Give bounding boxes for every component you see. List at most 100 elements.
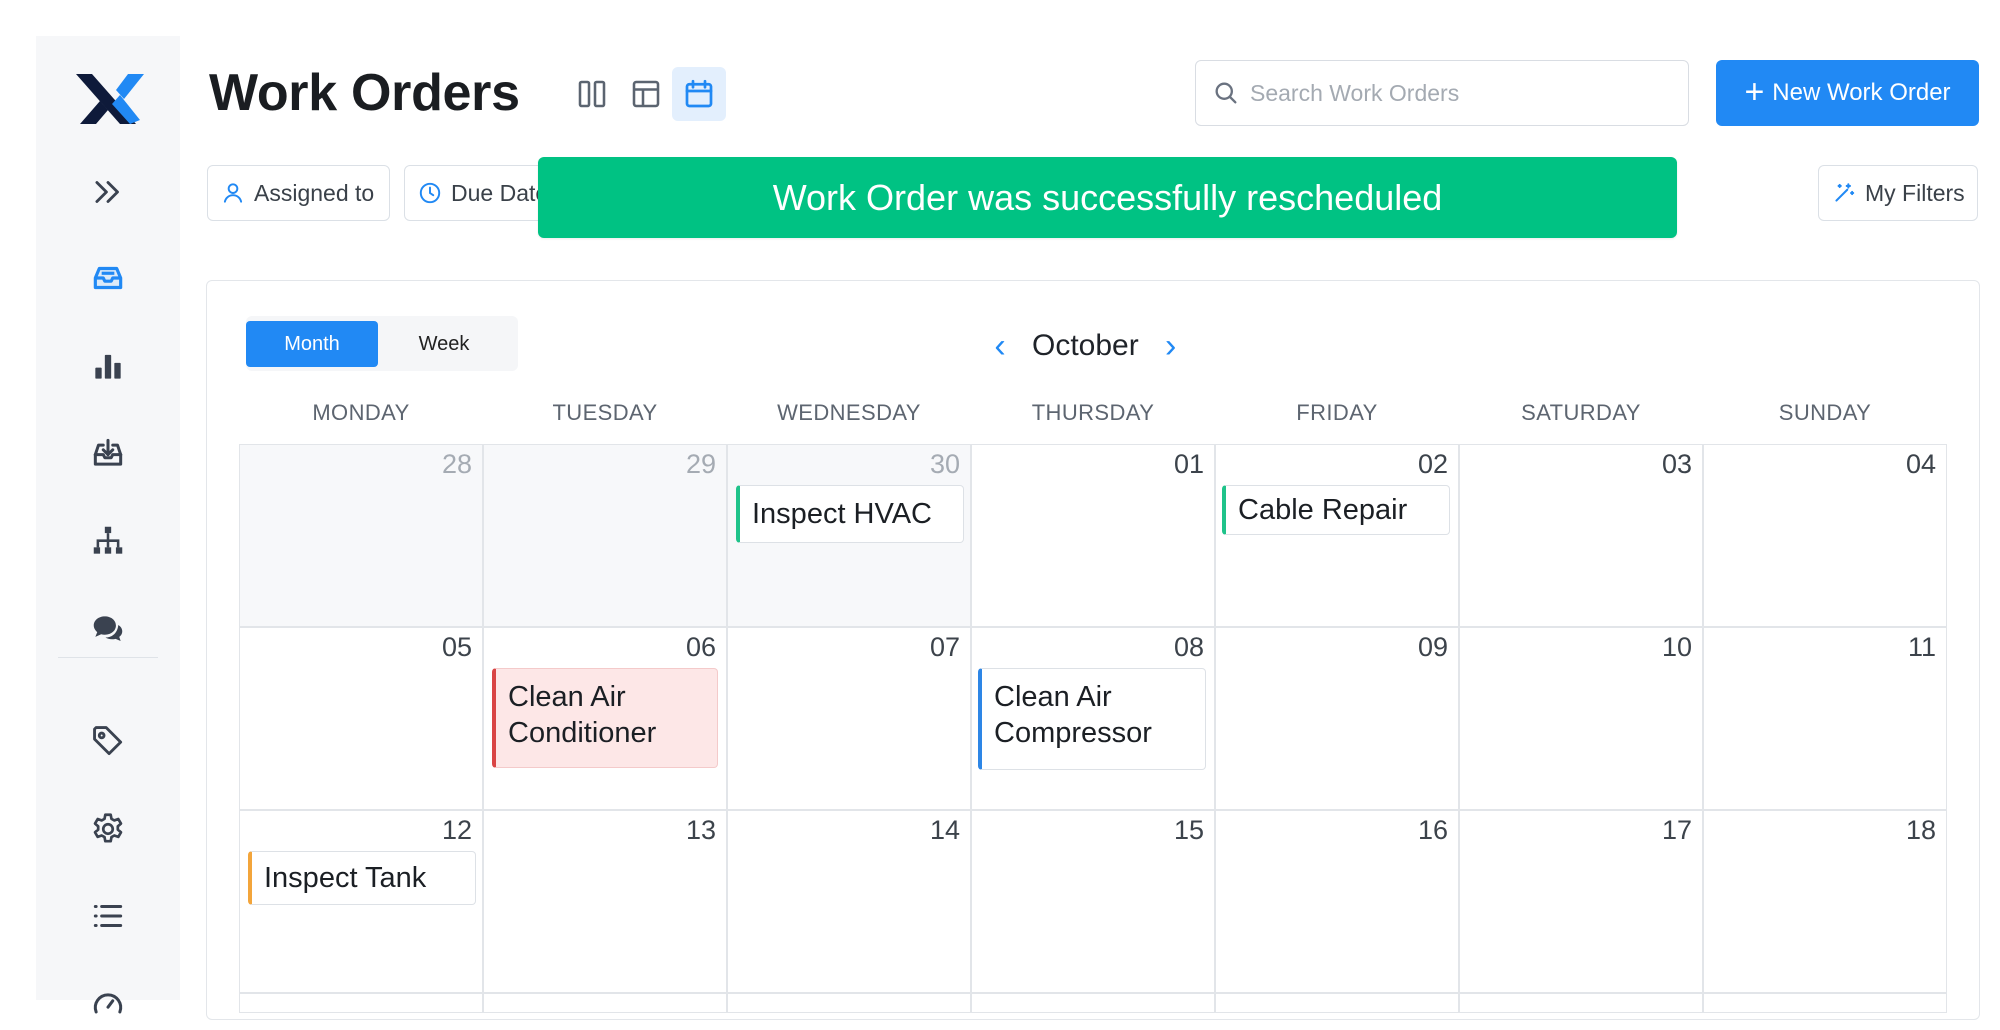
success-toast: Work Order was successfully rescheduled (538, 157, 1677, 238)
weekday-header: THURSDAY (1031, 400, 1155, 425)
day-cell[interactable]: 05 (239, 627, 483, 810)
search-icon (1215, 82, 1237, 104)
weekday-header: SATURDAY (1521, 400, 1641, 425)
plus-icon: + (1744, 72, 1765, 111)
view-mode-toggle: Month Week (246, 316, 518, 371)
day-cell[interactable]: 14 (727, 810, 971, 993)
work-order-event[interactable]: Clean Air Conditioner (492, 668, 718, 768)
sidebar-divider (58, 657, 158, 658)
day-number: 14 (929, 815, 960, 845)
search-box[interactable] (1195, 60, 1689, 126)
day-cell[interactable]: 07 (727, 627, 971, 810)
day-number: 28 (441, 449, 472, 479)
day-cell[interactable] (239, 993, 483, 1013)
next-month-chevron-icon[interactable]: › (1161, 329, 1181, 363)
day-cell[interactable]: 04 (1703, 444, 1947, 627)
assigned-to-label: Assigned to (254, 179, 375, 206)
day-cell[interactable]: 16 (1215, 810, 1459, 993)
month-label: October (1032, 329, 1139, 362)
day-cell[interactable]: 13 (483, 810, 727, 993)
previous-month-chevron-icon[interactable]: ‹ (990, 329, 1010, 363)
work-order-event[interactable]: Inspect Tank (248, 851, 476, 905)
day-cell[interactable]: 03 (1459, 444, 1703, 627)
logo[interactable] (72, 68, 144, 130)
calendar-view-button[interactable] (672, 67, 726, 121)
day-number: 01 (1173, 449, 1204, 479)
day-cell[interactable] (727, 993, 971, 1013)
week-mode-button[interactable]: Week (378, 321, 510, 367)
day-cell[interactable]: 18 (1703, 810, 1947, 993)
search-input[interactable] (1250, 79, 1670, 107)
weekday-header: TUESDAY (552, 400, 658, 425)
table-view-button[interactable] (619, 67, 673, 121)
weekday-header: FRIDAY (1296, 400, 1378, 425)
work-order-event[interactable]: Cable Repair (1222, 485, 1450, 535)
day-cell[interactable]: 06 Clean Air Conditioner (483, 627, 727, 810)
gauge-icon[interactable] (82, 978, 134, 1030)
day-number: 17 (1661, 815, 1692, 845)
gear-icon[interactable] (82, 803, 134, 855)
day-number: 08 (1173, 632, 1204, 662)
day-number: 02 (1417, 449, 1448, 479)
weekday-header: SUNDAY (1778, 400, 1872, 425)
day-number: 18 (1905, 815, 1936, 845)
day-cell[interactable]: 28 (239, 444, 483, 627)
page-title: Work Orders (209, 64, 520, 122)
day-number: 04 (1905, 449, 1936, 479)
chat-icon[interactable] (82, 603, 134, 655)
new-work-order-label: New Work Order (1772, 79, 1951, 106)
day-cell[interactable]: 12 Inspect Tank (239, 810, 483, 993)
weekday-header: MONDAY (312, 400, 410, 425)
table-view-icon (632, 80, 660, 108)
day-cell[interactable]: 17 (1459, 810, 1703, 993)
sidebar (36, 36, 180, 1014)
day-number: 05 (441, 632, 472, 662)
day-number: 06 (685, 632, 716, 662)
new-work-order-button[interactable]: + New Work Order (1716, 60, 1979, 126)
day-cell[interactable]: 02 Cable Repair (1215, 444, 1459, 627)
day-number: 29 (685, 449, 716, 479)
day-number: 10 (1661, 632, 1692, 662)
day-cell[interactable] (971, 993, 1215, 1013)
day-number: 03 (1661, 449, 1692, 479)
day-cell[interactable]: 30 Inspect HVAC (727, 444, 971, 627)
bar-chart-icon[interactable] (82, 340, 134, 392)
weekday-header: WEDNESDAY (777, 400, 921, 425)
day-cell[interactable] (1215, 993, 1459, 1013)
day-cell[interactable]: 08 Clean Air Compressor (971, 627, 1215, 810)
day-cell[interactable] (1703, 993, 1947, 1013)
inbox-icon[interactable] (82, 252, 134, 304)
day-cell[interactable] (1459, 993, 1703, 1013)
calendar-icon (685, 79, 713, 108)
tag-icon[interactable] (82, 715, 134, 767)
day-number: 16 (1417, 815, 1448, 845)
hierarchy-icon[interactable] (82, 515, 134, 567)
board-view-icon (578, 80, 606, 108)
day-number: 12 (441, 815, 472, 845)
board-view-button[interactable] (565, 67, 619, 121)
month-mode-button[interactable]: Month (246, 321, 378, 367)
month-navigator: ‹ October › (990, 326, 1181, 366)
list-icon[interactable] (82, 890, 134, 942)
day-number: 15 (1173, 815, 1204, 845)
expand-sidebar-icon[interactable] (82, 166, 134, 218)
day-cell[interactable]: 09 (1215, 627, 1459, 810)
due-date-label: Due Date (451, 179, 549, 206)
day-cell[interactable] (483, 993, 727, 1013)
my-filters-button[interactable]: My Filters (1818, 165, 1978, 221)
day-cell[interactable]: 01 (971, 444, 1215, 627)
day-cell[interactable]: 10 (1459, 627, 1703, 810)
day-number: 30 (929, 449, 960, 479)
day-cell[interactable]: 29 (483, 444, 727, 627)
work-order-event[interactable]: Inspect HVAC (736, 485, 964, 543)
work-order-event[interactable]: Clean Air Compressor (978, 668, 1206, 770)
day-number: 09 (1417, 632, 1448, 662)
due-date-filter[interactable]: Due Date (404, 165, 554, 221)
day-number: 07 (929, 632, 960, 662)
my-filters-label: My Filters (1865, 179, 1965, 206)
tray-download-icon[interactable] (82, 427, 134, 479)
day-cell[interactable]: 15 (971, 810, 1215, 993)
assigned-to-filter[interactable]: Assigned to (207, 165, 390, 221)
day-cell[interactable]: 11 (1703, 627, 1947, 810)
user-icon (223, 183, 243, 203)
